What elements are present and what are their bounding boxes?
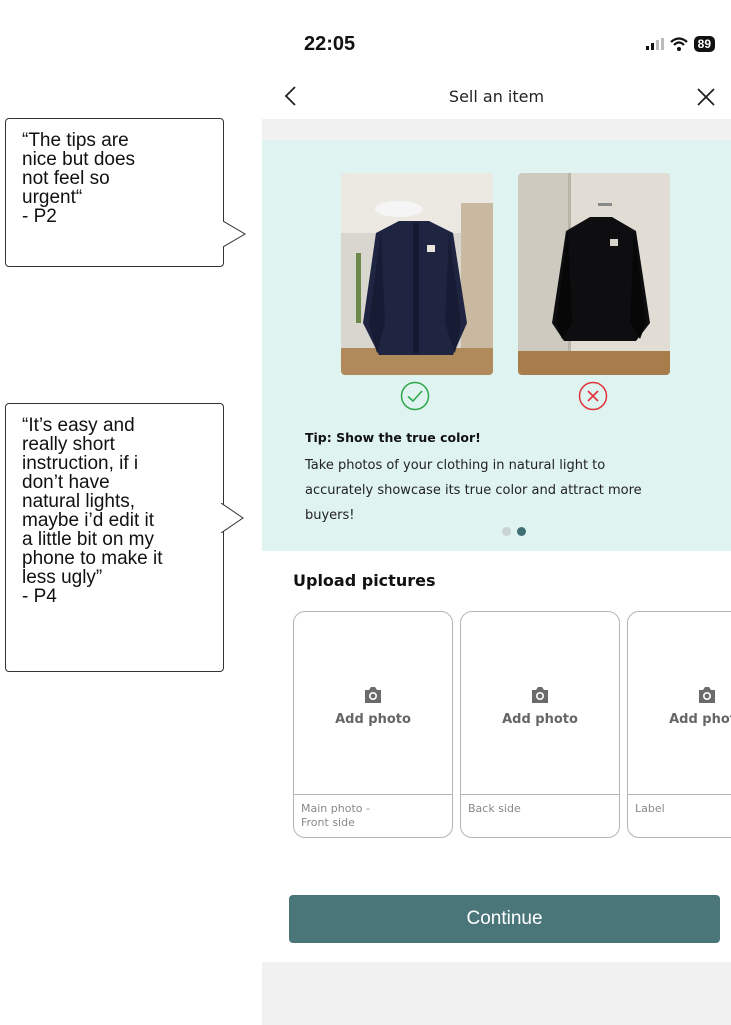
camera-icon [365,687,381,703]
tip-body-line: accurately showcase its true color and a… [305,483,642,498]
annotation-line: “The tips are [22,130,129,151]
annotation-callout-p2: “The tips are nice but does not feel so … [5,118,224,267]
add-photo-card-label[interactable]: Add photo Label [627,611,731,838]
add-photo-label: Add photo [502,712,578,727]
battery-icon: 89 [693,36,715,52]
annotation-line: not feel so [22,168,110,189]
card-caption: Main photo - Front side [301,802,370,830]
card-divider [628,794,731,795]
page-title: Sell an item [448,87,545,106]
card-caption: Back side [468,802,521,816]
tip-carousel[interactable]: Tip: Show the true color! Take photos of… [262,140,731,551]
card-caption-line: Main photo - [301,802,370,815]
annotation-line: instruction, if i [22,453,139,474]
annotation-callout-p4: “It’s easy and really short instruction,… [5,403,224,672]
annotation-line: really short [22,434,115,455]
annotation-line: urgent“ [22,187,83,208]
signal-icon [645,38,664,50]
carousel-dot-active[interactable] [517,527,526,536]
camera-icon [699,687,715,703]
continue-button[interactable]: Continue [289,895,720,943]
carousel-dot[interactable] [502,527,511,536]
bottom-safe-area [262,962,731,1025]
card-caption-line: Back side [468,802,521,815]
add-photo-card-front[interactable]: Add photo Main photo - Front side [293,611,453,838]
card-caption-line: Front side [301,816,355,829]
tip-title: Tip: Show the true color! [305,430,481,445]
good-example-photo [341,173,493,375]
card-divider [294,794,452,795]
nav-bar: Sell an item [262,78,731,116]
annotation-line: phone to make it [22,548,163,569]
card-divider [461,794,619,795]
annotation-line: - P4 [22,586,57,607]
annotation-line: natural lights, [22,491,136,512]
divider-strip [262,119,731,140]
add-photo-label: Add photo [669,712,731,727]
carousel-dots [502,527,526,536]
check-circle-icon [400,381,430,411]
annotation-line: less ugly” [22,567,103,588]
close-icon[interactable] [695,86,717,108]
status-time: 22:05 [304,33,356,55]
status-bar: 22:05 89 [262,0,731,75]
annotation-line: nice but does [22,149,136,170]
x-circle-icon [578,381,608,411]
annotation-line: “It’s easy and [22,415,135,436]
camera-icon [532,687,548,703]
add-photo-card-back[interactable]: Add photo Back side [460,611,620,838]
upload-title: Upload pictures [293,571,436,590]
tip-body: Take photos of your clothing in natural … [305,453,705,528]
bad-example-photo [518,173,670,375]
phone-screen: 22:05 89 Sell an item Tip: Show the true… [262,0,731,1025]
add-photo-label: Add photo [335,712,411,727]
wifi-icon [669,37,688,51]
tip-body-line: Take photos of your clothing in natural … [305,458,606,473]
status-icons: 89 [645,36,715,52]
card-caption: Label [635,802,665,816]
annotation-pointer [221,503,244,533]
tip-body-line: buyers! [305,508,355,523]
annotation-line: a little bit on my [22,529,154,550]
annotation-line: - P2 [22,206,57,227]
annotation-line: don’t have [22,472,110,493]
annotation-pointer [223,221,246,247]
card-caption-line: Label [635,802,665,815]
annotation-line: maybe i’d edit it [22,510,155,531]
